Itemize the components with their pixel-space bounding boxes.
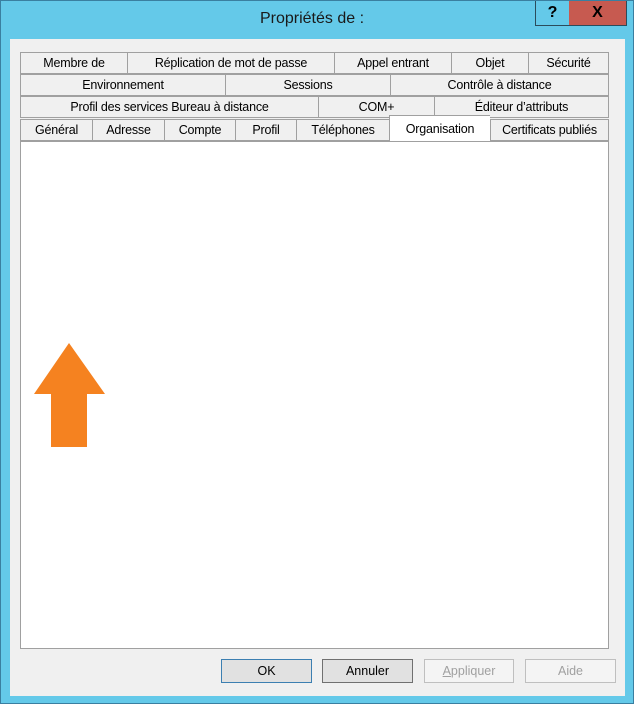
question-mark-icon: ? [547,4,558,21]
tab-environnement[interactable]: Environnement [20,74,225,96]
appliquer-button[interactable]: Appliquer [424,659,514,683]
properties-dialog: Propriétés de : ? X Membre de Réplicatio… [0,0,634,704]
tab-objet[interactable]: Objet [451,52,528,74]
tab-membre-de[interactable]: Membre de [20,52,127,74]
tab-row-3: Profil des services Bureau à distance CO… [20,96,609,118]
close-icon: X [592,4,603,21]
tab-replication-mot-de-passe[interactable]: Réplication de mot de passe [127,52,334,74]
tab-adresse[interactable]: Adresse [92,119,164,141]
tab-compte[interactable]: Compte [164,119,235,141]
tab-organisation[interactable]: Organisation [389,115,490,141]
tab-row-2: Environnement Sessions Contrôle à distan… [20,74,609,96]
tab-certificats-publies[interactable]: Certificats publiés [490,119,609,141]
tab-telephones[interactable]: Téléphones [296,119,389,141]
organisation-tab-panel [20,141,609,649]
tab-securite[interactable]: Sécurité [528,52,609,74]
help-button[interactable]: ? [535,1,570,26]
tab-profil-services-bureau-distance[interactable]: Profil des services Bureau à distance [20,96,318,118]
tab-sessions[interactable]: Sessions [225,74,390,96]
up-arrow-icon [34,343,105,447]
ok-button[interactable]: OK [221,659,312,683]
tab-controle-a-distance[interactable]: Contrôle à distance [390,74,609,96]
tab-profil[interactable]: Profil [235,119,296,141]
tab-row-4: Général Adresse Compte Profil Téléphones… [20,115,609,141]
close-button[interactable]: X [569,1,627,26]
aide-button[interactable]: Aide [525,659,616,683]
annotation-arrow-shape [34,343,105,447]
tab-general[interactable]: Général [20,119,92,141]
annuler-button[interactable]: Annuler [322,659,413,683]
tab-appel-entrant[interactable]: Appel entrant [334,52,451,74]
tab-row-1: Membre de Réplication de mot de passe Ap… [20,52,609,74]
title-bar[interactable]: Propriétés de : ? X [1,1,633,39]
